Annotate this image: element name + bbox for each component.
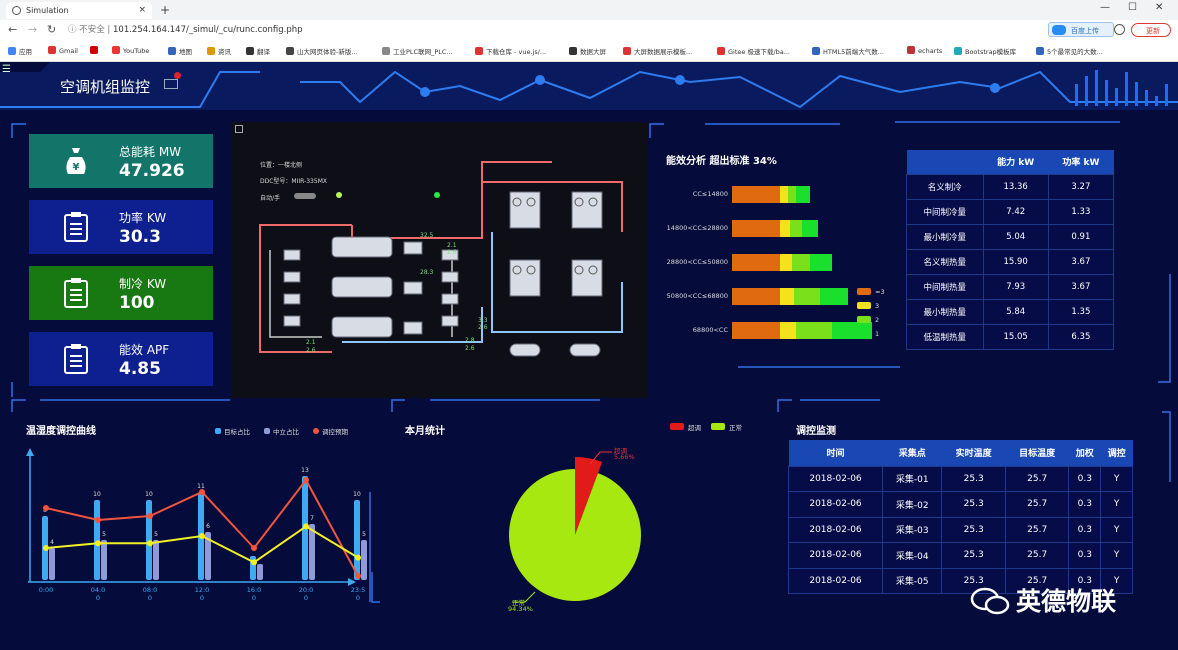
bookmark-item[interactable]: 地图 — [168, 46, 192, 56]
table-cell: 25.3 — [941, 542, 1006, 569]
browser-tab[interactable]: Simulation × — [6, 2, 152, 19]
table-cell: Y — [1100, 516, 1133, 543]
bookmark-item[interactable]: 应用 — [8, 46, 32, 56]
globe-icon — [12, 6, 21, 15]
table-cell: 25.3 — [941, 516, 1006, 543]
table-header: 实时温度 — [941, 440, 1006, 466]
reload-icon[interactable]: ↻ — [47, 23, 56, 36]
table-cell: 25.7 — [1004, 465, 1070, 492]
tab-title: Simulation — [26, 6, 69, 15]
maximize-button[interactable]: ☐ — [1128, 2, 1137, 13]
table-cell: 25.3 — [941, 491, 1006, 518]
table-header: 采集点 — [882, 440, 942, 466]
forward-icon[interactable]: → — [28, 23, 37, 36]
watermark: 英德物联 — [970, 582, 1116, 618]
table-cell: Y — [1100, 491, 1133, 518]
bookmark-item[interactable]: 山大网页体验-新版... — [286, 46, 358, 56]
table-row: 2018-02-06 采集-04 25.3 25.7 0.3 Y — [788, 542, 1133, 569]
table-header: 目标温度 — [1005, 440, 1069, 466]
table-cell: 0.3 — [1068, 465, 1102, 492]
bookmark-item[interactable]: Gitee 极速下载/ba... — [717, 46, 790, 56]
bookmark-item[interactable]: Bootstrap模板库 — [954, 46, 1016, 56]
bookmark-item[interactable]: 翻译 — [246, 46, 270, 56]
table-cell: 2018-02-06 — [788, 542, 883, 569]
table-cell: 采集-04 — [881, 542, 943, 569]
table-cell: 采集-01 — [881, 465, 943, 492]
cloud-icon — [1052, 25, 1066, 35]
bookmark-item[interactable]: Gmail — [48, 46, 78, 55]
address-bar-row: ← → ↻ ⓘ 不安全 | 101.254.164.147/_simul/_cu… — [0, 20, 1178, 40]
close-tab-icon[interactable]: × — [138, 5, 146, 15]
bookmark-item[interactable]: 数据大屏 — [569, 46, 606, 56]
table-cell: 2018-02-06 — [788, 516, 883, 543]
baidu-upload-extension[interactable]: 百度上传 — [1048, 22, 1114, 37]
bookmark-item[interactable]: 5个最常见的大数... — [1036, 46, 1103, 56]
insecure-label: 不安全 — [79, 25, 105, 35]
table-cell: 25.7 — [1004, 491, 1070, 518]
bookmark-item[interactable]: 资讯 — [207, 46, 231, 56]
bookmark-item[interactable]: HTML5前端大气数... — [812, 46, 884, 56]
table-row: 2018-02-06 采集-01 25.3 25.7 0.3 Y — [788, 465, 1133, 492]
table-cell: 25.3 — [941, 465, 1006, 492]
table-row: 2018-02-06 采集-03 25.3 25.7 0.3 Y — [788, 516, 1133, 543]
table-cell: 2018-02-06 — [788, 567, 883, 594]
table-cell: 25.7 — [1004, 516, 1070, 543]
profile-avatar[interactable] — [1114, 24, 1125, 35]
table-cell: 0.3 — [1068, 516, 1102, 543]
bookmark-item[interactable] — [90, 46, 101, 55]
bookmark-item[interactable]: echarts — [907, 46, 942, 55]
table-header: 时间 — [788, 440, 883, 466]
update-button[interactable]: 更新 — [1131, 23, 1171, 37]
browser-chrome: Simulation × + — ☐ ✕ ← → ↻ ⓘ 不安全 | 101.2… — [0, 0, 1178, 62]
table-cell: 0.3 — [1068, 491, 1102, 518]
wechat-icon — [970, 587, 1010, 615]
table-cell: 2018-02-06 — [788, 465, 883, 492]
dashboard: ☰ 空调机组监控 ¥ 总能耗 MW 47.926 功率 KW 30.3 制冷 K… — [0, 62, 1178, 650]
table-cell: Y — [1100, 465, 1133, 492]
bookmark-item[interactable]: 工业PLC联网_PLC... — [382, 46, 453, 56]
watermark-text: 英德物联 — [1016, 587, 1117, 616]
table-row: 2018-02-06 采集-02 25.3 25.7 0.3 Y — [788, 491, 1133, 518]
pie-pct-over: 5.66% — [614, 453, 635, 461]
monitor-table: 时间 采集点 实时温度 目标温度 加权 调控 2018-02-06 采集-01 25.3 25.… — [788, 440, 1133, 594]
bookmark-item[interactable]: 大屏数据展示模板... — [623, 46, 692, 56]
monitor-title: 调控监测 — [796, 426, 836, 437]
table-cell: 采集-02 — [881, 491, 943, 518]
table-cell: 0.3 — [1068, 542, 1102, 569]
table-cell: 25.7 — [1004, 542, 1070, 569]
bookmark-item[interactable]: YouTube — [112, 46, 149, 55]
extension-label: 百度上传 — [1071, 27, 1099, 35]
new-tab-button[interactable]: + — [160, 3, 170, 17]
table-header: 加权 — [1068, 440, 1101, 466]
bookmark-item[interactable]: 下载仓库 - vue.js/... — [475, 46, 546, 56]
table-cell: Y — [1100, 542, 1133, 569]
back-icon[interactable]: ← — [8, 23, 17, 36]
table-header: 调控 — [1100, 440, 1133, 466]
url-text: 101.254.164.147/_simul/_cu/runc.config.p… — [113, 25, 303, 35]
pie-pct-normal: 94.34% — [508, 605, 533, 613]
update-label: 更新 — [1146, 27, 1160, 35]
info-icon: ⓘ — [68, 25, 80, 35]
table-cell: 采集-05 — [881, 567, 943, 594]
table-cell: 2018-02-06 — [788, 491, 883, 518]
bookmarks-bar: 应用 Gmail YouTube 地图 资讯 翻译 山大网页体验-新版... 工… — [0, 40, 1178, 62]
close-window-button[interactable]: ✕ — [1155, 2, 1163, 13]
address-bar[interactable]: ⓘ 不安全 | 101.254.164.147/_simul/_cu/runc.… — [68, 23, 303, 35]
table-cell: 采集-03 — [881, 516, 943, 543]
minimize-button[interactable]: — — [1100, 2, 1110, 13]
